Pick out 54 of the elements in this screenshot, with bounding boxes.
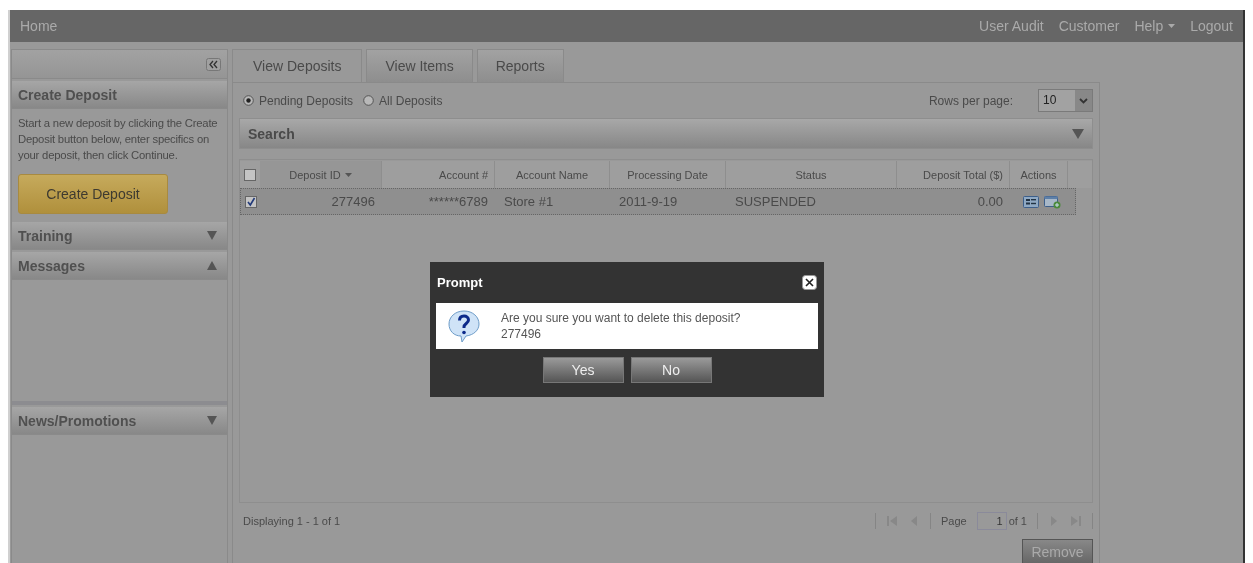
rows-per-page-label: Rows per page: bbox=[928, 93, 1013, 108]
section-header[interactable]: News/Promotions bbox=[12, 407, 227, 435]
nav-link[interactable]: Logout bbox=[1190, 18, 1233, 34]
checkbox[interactable] bbox=[245, 195, 257, 208]
section-title: Create Deposit bbox=[18, 86, 117, 103]
close-icon[interactable] bbox=[802, 275, 817, 290]
radio-button[interactable] bbox=[363, 95, 375, 106]
section-text: Start a new deposit by clicking the Create Deposit button below, enter specifics on your deposit, then click Continue. bbox=[18, 116, 219, 163]
dialog-button[interactable]: Yes bbox=[542, 357, 624, 383]
collapse-arrow-icon[interactable] bbox=[207, 261, 217, 270]
table-cell-text: SUSPENDED bbox=[734, 193, 817, 211]
expand-arrow-icon[interactable] bbox=[207, 231, 217, 240]
table-cell-text: 277496 bbox=[330, 193, 376, 211]
tab[interactable]: View Deposits bbox=[232, 49, 363, 82]
table-cell-text: 0.00 bbox=[976, 193, 1004, 211]
dialog-title: Prompt bbox=[437, 275, 483, 290]
radio-button[interactable] bbox=[243, 95, 254, 106]
create-deposit-button[interactable]: Create Deposit bbox=[18, 174, 168, 214]
search-bar[interactable]: Search bbox=[239, 118, 1093, 149]
page-number-field[interactable]: 1 bbox=[976, 512, 1007, 530]
dialog-button[interactable]: No bbox=[630, 357, 712, 383]
home-link[interactable]: Home bbox=[20, 18, 58, 34]
nav-link[interactable]: Customer bbox=[1058, 18, 1120, 34]
section-title: News/Promotions bbox=[18, 412, 137, 429]
expand-arrow-icon[interactable] bbox=[207, 416, 217, 425]
dialog-message: Are you sure you want to delete this deposit? bbox=[501, 310, 741, 326]
chevron-down-icon bbox=[1079, 97, 1088, 104]
page-count: of 1 bbox=[1008, 515, 1027, 527]
tab[interactable]: Reports bbox=[476, 49, 564, 82]
remove-button[interactable]: Remove bbox=[1022, 539, 1093, 563]
table-row[interactable]: 277496 ******6789 Store #1 2011-9-19 SUSPENDED 0.00 bbox=[240, 188, 1076, 215]
section-title: Training bbox=[18, 227, 73, 244]
checkbox[interactable] bbox=[244, 168, 256, 181]
details-icon[interactable] bbox=[1023, 194, 1039, 209]
window-add-icon[interactable] bbox=[1044, 194, 1061, 209]
section-title: Messages bbox=[18, 257, 85, 274]
dialog-detail: 277496 bbox=[501, 326, 543, 342]
radio-label: Pending Deposits bbox=[259, 93, 354, 108]
page-label: Page bbox=[940, 515, 967, 527]
question-icon bbox=[446, 308, 482, 344]
nav-link[interactable]: Help bbox=[1134, 18, 1176, 34]
section-header[interactable]: Training bbox=[12, 222, 227, 250]
displaying-text: Displaying 1 - 1 of 1 bbox=[243, 515, 341, 527]
collapse-icon[interactable] bbox=[206, 57, 221, 71]
table-cell-text: 2011-9-19 bbox=[618, 193, 679, 211]
search-title: Search bbox=[248, 125, 295, 142]
table-cell-text: Store #1 bbox=[503, 193, 555, 211]
section-header[interactable]: Messages bbox=[12, 252, 227, 280]
rows-per-page-select[interactable]: 10 bbox=[1038, 89, 1093, 112]
column-header[interactable]: Deposit ID bbox=[260, 161, 382, 188]
radio-label: All Deposits bbox=[379, 93, 443, 108]
nav-link[interactable]: User Audit bbox=[979, 18, 1044, 34]
tab[interactable]: View Items bbox=[366, 49, 473, 82]
table-cell-text: ******6789 bbox=[427, 193, 489, 211]
